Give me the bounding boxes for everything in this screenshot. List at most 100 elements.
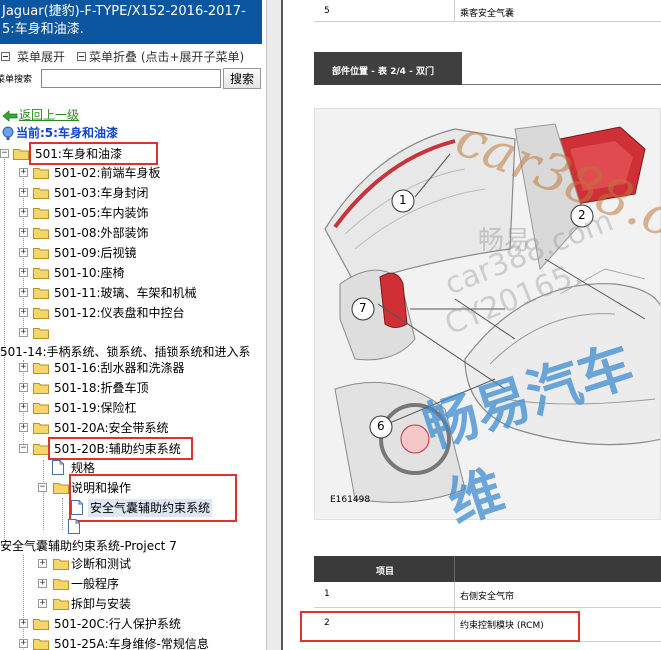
callout-label: 7 <box>359 301 367 315</box>
expand-toggle[interactable]: + <box>19 168 28 177</box>
tree-item[interactable]: + 一般程序 <box>0 575 266 593</box>
back-link[interactable]: 返回上一级 <box>19 106 79 124</box>
tree-item-label[interactable]: 一般程序 <box>71 575 119 593</box>
expand-toggle[interactable]: + <box>19 363 28 372</box>
tree-item[interactable] <box>0 518 266 536</box>
expand-toggle[interactable]: + <box>19 208 28 217</box>
pane-splitter[interactable] <box>266 0 284 650</box>
tree-item-label[interactable]: 501-02:前端车身板 <box>54 164 161 182</box>
tree-item[interactable]: 安全气囊辅助约束系统-Project 7 <box>0 537 266 555</box>
diagram-illustration <box>324 123 660 503</box>
tree-item[interactable]: +501-10:座椅 <box>0 264 266 282</box>
folder-open-icon <box>53 482 69 494</box>
folder-icon <box>33 618 49 630</box>
expand-toggle[interactable]: + <box>19 188 28 197</box>
expand-toggle[interactable]: + <box>19 423 28 432</box>
tree-item[interactable]: + <box>0 324 266 342</box>
row-number: 1 <box>324 589 330 599</box>
section-heading-label: 部件位置 - 表 2/4 - 双门 <box>332 67 434 77</box>
expand-toggle[interactable]: + <box>19 403 28 412</box>
expand-toggle[interactable]: + <box>19 288 28 297</box>
tree-item-label[interactable]: 501-18:折叠车顶 <box>54 379 149 397</box>
folder-icon <box>33 382 49 394</box>
highlight-box <box>29 142 158 165</box>
folder-open-icon <box>13 148 29 160</box>
tree-item-label[interactable]: 501-11:玻璃、车架和机械 <box>54 284 197 302</box>
expand-toggle[interactable]: + <box>38 559 47 568</box>
tree-item[interactable]: +501-11:玻璃、车架和机械 <box>0 284 266 302</box>
expand-toggle[interactable]: + <box>19 328 28 337</box>
window-title: Jaguar(捷豹)-F-TYPE/X152-2016-2017- 5:车身和油… <box>2 4 246 37</box>
expand-toggle[interactable]: + <box>19 228 28 237</box>
section-rule <box>462 84 661 85</box>
expand-toggle[interactable]: + <box>19 308 28 317</box>
expand-toggle[interactable]: + <box>19 383 28 392</box>
table-row: 5 乘客安全气囊 <box>314 0 661 22</box>
expand-toggle[interactable]: + <box>19 619 28 628</box>
callout-label: 2 <box>578 208 586 222</box>
folder-icon <box>33 422 49 434</box>
menu-toolbar: 菜单展开 菜单折叠 (点击+展开子菜单) <box>0 48 266 66</box>
tree-item[interactable]: +501-02:前端车身板 <box>0 164 266 182</box>
menu-collapse-link[interactable]: 菜单折叠 (点击+展开子菜单) <box>89 48 244 65</box>
tree-item[interactable]: +501-12:仪表盘和中控台 <box>0 304 266 322</box>
folder-icon <box>33 247 49 259</box>
menu-expand-link[interactable]: 菜单展开 <box>17 48 65 65</box>
tree-item[interactable]: +501-09:后视镜 <box>0 244 266 262</box>
folder-icon <box>33 638 49 650</box>
search-button[interactable]: 搜索 <box>223 68 261 89</box>
highlight-box <box>69 474 237 522</box>
collapse-toggle[interactable]: − <box>19 444 28 453</box>
component-diagram: 1 2 7 6 <box>314 108 661 520</box>
expand-toggle[interactable]: + <box>38 579 47 588</box>
collapse-icon[interactable] <box>77 50 86 64</box>
tree-item-label[interactable]: 诊断和测试 <box>71 555 131 573</box>
tree-item-label[interactable]: 501-25A:车身维修-常规信息 <box>54 635 209 650</box>
tree-item-label[interactable]: 501-12:仪表盘和中控台 <box>54 304 185 322</box>
tree-item-label[interactable]: 501-03:车身封闭 <box>54 184 149 202</box>
tree-item-label[interactable]: 501-20C:行人保护系统 <box>54 615 181 633</box>
folder-open-icon <box>33 443 49 455</box>
expand-toggle[interactable]: + <box>38 599 47 608</box>
tree-item[interactable]: + 拆卸与安装 <box>0 595 266 613</box>
folder-icon <box>33 287 49 299</box>
expand-toggle[interactable]: + <box>19 639 28 648</box>
tree-item[interactable]: +501-25A:车身维修-常规信息 <box>0 635 266 650</box>
tree-item-label[interactable]: 501-09:后视镜 <box>54 244 137 262</box>
folder-icon <box>33 207 49 219</box>
row-number: 5 <box>324 6 330 16</box>
folder-icon <box>33 327 49 339</box>
tree-item-label[interactable]: 安全气囊辅助约束系统-Project 7 <box>0 537 177 555</box>
search-input[interactable] <box>41 69 221 88</box>
tree-item[interactable]: +501-20A:安全带系统 <box>0 419 266 437</box>
expand-icon[interactable] <box>1 50 10 64</box>
tree-item[interactable]: +501-05:车内装饰 <box>0 204 266 222</box>
folder-icon <box>33 362 49 374</box>
tree-item-label[interactable]: 501-05:车内装饰 <box>54 204 149 222</box>
folder-icon <box>53 558 69 570</box>
tree-item[interactable]: +501-19:保险杠 <box>0 399 266 417</box>
tree-item-label[interactable]: 501-16:刮水器和洗涤器 <box>54 359 185 377</box>
folder-icon <box>33 402 49 414</box>
tree-item-label[interactable]: 501-08:外部装饰 <box>54 224 149 242</box>
document-icon <box>68 519 80 534</box>
tree-item[interactable]: +501-18:折叠车顶 <box>0 379 266 397</box>
section-heading: 部件位置 - 表 2/4 - 双门 <box>314 52 462 85</box>
collapse-toggle[interactable]: − <box>0 149 9 158</box>
tree-item-label[interactable]: 501-10:座椅 <box>54 264 125 282</box>
expand-toggle[interactable]: + <box>19 248 28 257</box>
tree-item-label[interactable]: 拆卸与安装 <box>71 595 131 613</box>
tree-item[interactable]: +501-16:刮水器和洗涤器 <box>0 359 266 377</box>
expand-toggle[interactable]: + <box>19 268 28 277</box>
tree-item[interactable]: +501-20C:行人保护系统 <box>0 615 266 633</box>
tree-item-label[interactable]: 501-19:保险杠 <box>54 399 137 417</box>
tree-item[interactable]: +501-08:外部装饰 <box>0 224 266 242</box>
collapse-toggle[interactable]: − <box>38 483 47 492</box>
tree-item-label[interactable]: 501-20A:安全带系统 <box>54 419 169 437</box>
highlight-box <box>48 437 193 460</box>
tree-item[interactable]: + 诊断和测试 <box>0 555 266 573</box>
folder-icon <box>33 227 49 239</box>
globe-icon <box>2 126 14 145</box>
column-header-item: 项目 <box>376 567 395 577</box>
tree-item[interactable]: +501-03:车身封闭 <box>0 184 266 202</box>
